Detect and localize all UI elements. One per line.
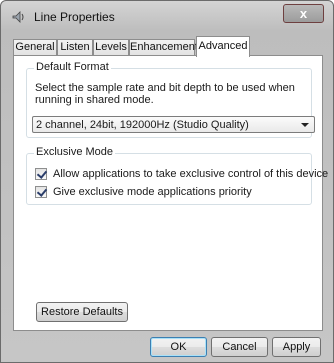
line-properties-dialog: Line Properties x General Listen Levels …: [0, 0, 334, 363]
cancel-button[interactable]: Cancel: [211, 337, 268, 357]
close-button[interactable]: x: [283, 4, 324, 23]
default-format-title: Default Format: [34, 61, 111, 73]
apply-button[interactable]: Apply: [272, 337, 321, 357]
default-format-description: Select the sample rate and bit depth to …: [35, 82, 295, 106]
exclusive-control-label[interactable]: Allow applications to take exclusive con…: [53, 168, 328, 180]
exclusive-control-checkbox[interactable]: [35, 168, 47, 180]
exclusive-mode-title: Exclusive Mode: [34, 146, 116, 158]
tab-advanced[interactable]: Advanced: [196, 36, 250, 57]
exclusive-priority-label[interactable]: Give exclusive mode applications priorit…: [53, 186, 252, 198]
exclusive-mode-group: Exclusive Mode Allow applications to tak…: [26, 146, 328, 205]
sample-rate-select[interactable]: 2 channel, 24bit, 192000Hz (Studio Quali…: [32, 116, 315, 133]
tab-enhancements[interactable]: Enhancements: [129, 39, 203, 56]
title-bar[interactable]: Line Properties x: [1, 1, 333, 31]
restore-defaults-button[interactable]: Restore Defaults: [36, 302, 128, 322]
chevron-down-icon: [301, 123, 309, 127]
exclusive-priority-checkbox[interactable]: [35, 186, 47, 198]
window-title: Line Properties: [34, 10, 115, 24]
advanced-panel: Default Format Select the sample rate an…: [13, 55, 328, 331]
ok-button[interactable]: OK: [150, 337, 207, 357]
tab-general[interactable]: General: [13, 39, 57, 56]
tab-listen[interactable]: Listen: [57, 39, 93, 56]
sample-rate-value: 2 channel, 24bit, 192000Hz (Studio Quali…: [36, 119, 249, 131]
default-format-group: Default Format Select the sample rate an…: [26, 61, 315, 138]
speaker-icon: [12, 11, 24, 23]
tab-levels[interactable]: Levels: [93, 39, 129, 56]
